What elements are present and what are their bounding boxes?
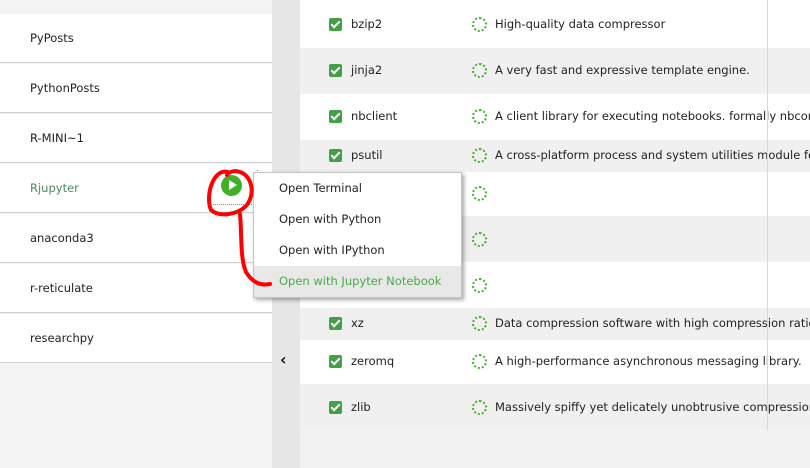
status-circle-icon [472,278,487,293]
package-description: A very fast and expressive template engi… [495,63,750,77]
chevron-left-icon[interactable]: ‹ [280,350,287,369]
env-item-label: PyPosts [30,31,74,45]
table-row[interactable]: zlib Massively spiffy yet delicately uno… [300,384,810,430]
environment-context-menu: Open Terminal Open with Python Open with… [253,172,462,298]
status-circle-icon [472,316,487,331]
env-item-pythonposts[interactable]: PythonPosts [0,64,272,113]
package-description: A high-performance asynchronous messagin… [495,354,802,368]
package-name: zeromq [351,354,395,368]
column-divider [767,0,768,430]
status-circle-icon [472,148,487,163]
checkbox-checked-icon[interactable] [329,64,342,77]
menu-item-open-terminal[interactable]: Open Terminal [254,173,461,204]
package-name: zlib [351,400,371,414]
table-row[interactable]: bzip2 High-quality data compressor [300,0,810,48]
env-item-label: r-reticulate [30,281,93,295]
env-item-label: R-MINI~1 [30,131,84,145]
package-name: jinja2 [351,63,383,77]
table-footer-area [300,430,810,468]
checkbox-checked-icon[interactable] [329,18,342,31]
status-circle-icon [472,17,487,32]
package-name: psutil [351,148,383,162]
environment-list: PyPosts PythonPosts R-MINI~1 Rjupyter an… [0,0,272,468]
env-item-anaconda3[interactable]: anaconda3 [0,214,272,263]
env-item-label: Rjupyter [30,181,79,195]
package-description: Data compression software with high comp… [495,316,810,330]
package-name: xz [351,316,364,330]
status-circle-icon [472,63,487,78]
env-item-r-mini[interactable]: R-MINI~1 [0,114,272,163]
table-row[interactable]: xz Data compression software with high c… [300,308,810,340]
table-row[interactable]: nbclient A client library for executing … [300,94,810,140]
status-circle-icon [472,109,487,124]
status-circle-icon [472,232,487,247]
checkbox-checked-icon[interactable] [329,401,342,414]
play-icon[interactable] [221,175,242,196]
package-name: bzip2 [351,17,383,31]
table-row[interactable]: jinja2 A very fast and expressive templa… [300,48,810,94]
env-item-pyposts[interactable]: PyPosts [0,14,272,63]
package-description: Massively spiffy yet delicately unobtrus… [495,400,810,414]
status-circle-icon [472,400,487,415]
menu-item-open-jupyter-notebook[interactable]: Open with Jupyter Notebook [254,266,461,297]
status-circle-icon [472,186,487,201]
env-item-researchpy[interactable]: researchpy [0,314,272,363]
env-item-rjupyter[interactable]: Rjupyter [0,164,272,213]
menu-item-open-ipython[interactable]: Open with IPython [254,235,461,266]
package-description: A cross-platform process and system util… [495,148,810,162]
checkbox-checked-icon[interactable] [329,149,342,162]
env-item-label: anaconda3 [30,231,94,245]
package-description: A client library for executing notebooks… [495,109,810,123]
package-name: nbclient [351,109,398,123]
checkbox-checked-icon[interactable] [329,110,342,123]
env-item-r-reticulate[interactable]: r-reticulate [0,264,272,313]
env-item-label: researchpy [30,331,94,345]
package-description: High-quality data compressor [495,17,666,31]
checkbox-checked-icon[interactable] [329,355,342,368]
env-item-label: PythonPosts [30,81,100,95]
table-row[interactable]: psutil A cross-platform process and syst… [300,140,810,172]
status-circle-icon [472,354,487,369]
menu-item-open-python[interactable]: Open with Python [254,204,461,235]
checkbox-checked-icon[interactable] [329,317,342,330]
table-row[interactable]: zeromq A high-performance asynchronous m… [300,340,810,384]
